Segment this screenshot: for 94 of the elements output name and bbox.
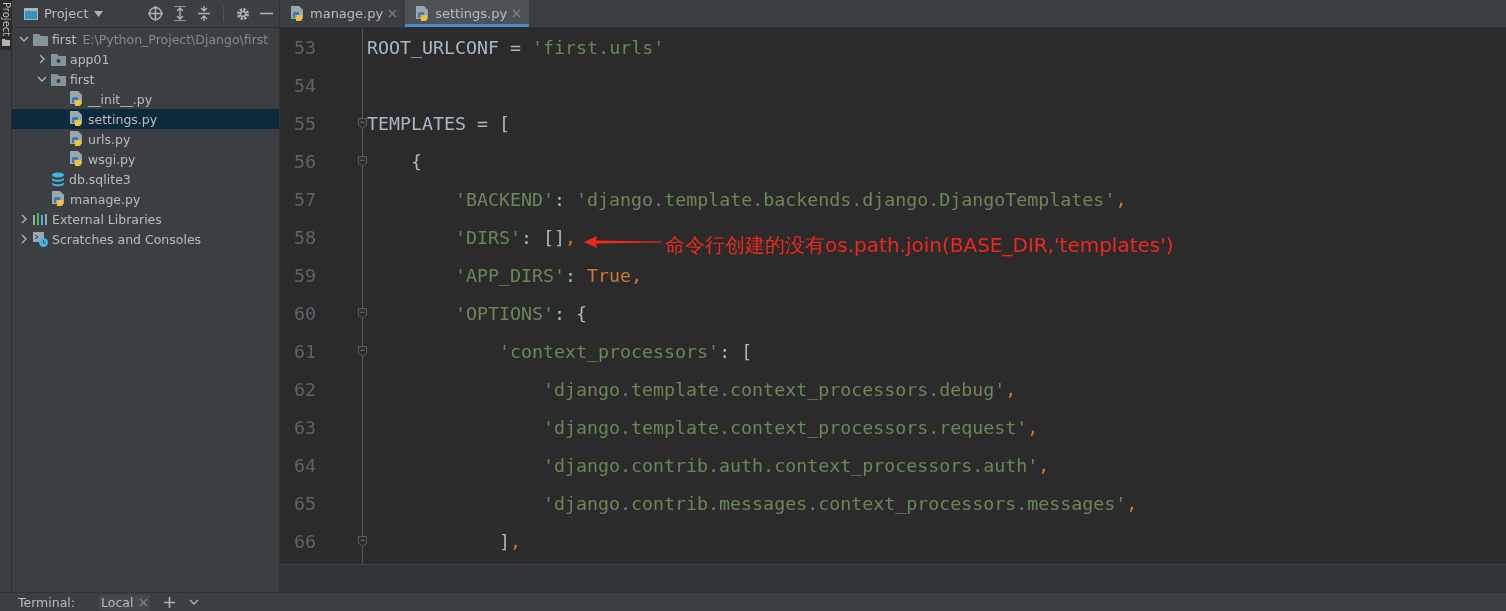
folder-icon — [33, 32, 48, 46]
database-icon — [51, 171, 65, 187]
chevron-right-icon[interactable] — [19, 214, 29, 224]
code-token: { — [411, 150, 422, 172]
line-number: 59 — [293, 264, 317, 286]
tree-item-label[interactable]: Scratches and Consoles — [52, 231, 202, 247]
folder-icon — [2, 39, 10, 47]
chevron-right-icon[interactable] — [19, 234, 29, 244]
line-number: 62 — [293, 378, 317, 400]
line-number: 53 — [293, 36, 317, 58]
tree-item-label[interactable]: manage.py — [70, 191, 141, 207]
line-number: 57 — [293, 188, 317, 210]
code-token: , — [631, 264, 643, 286]
package-folder-icon — [51, 72, 66, 86]
terminal-tab[interactable]: Local — [99, 594, 151, 610]
library-bars-icon — [33, 213, 48, 225]
python-file-icon — [290, 5, 305, 22]
code-token: 'django.contrib.messages.context_processors.messages' — [543, 492, 1127, 514]
line-number: 55 — [293, 112, 317, 134]
code-token: : { — [554, 302, 588, 324]
code-token: , — [1005, 378, 1017, 400]
tree-item-label[interactable]: wsgi.py — [88, 151, 136, 167]
close-icon[interactable] — [388, 9, 398, 18]
editor-tab[interactable]: settings.py — [405, 0, 530, 27]
arrow-icon — [584, 236, 663, 248]
plus-icon[interactable] — [164, 596, 176, 608]
line-number: 58 — [293, 226, 317, 248]
code-token: TEMPLATES = [ — [367, 112, 511, 134]
settings-icon[interactable] — [236, 6, 250, 21]
code-token: , — [1126, 492, 1138, 514]
code-token: 'django.template.backends.django.DjangoTemplates' — [576, 188, 1116, 210]
tree-item-label[interactable]: External Libraries — [52, 211, 162, 227]
chevron-down-icon[interactable] — [37, 74, 47, 84]
fold-marker-icon[interactable] — [358, 344, 367, 358]
python-file-icon — [69, 91, 84, 107]
python-file-icon — [69, 111, 84, 127]
code-token: ROOT_URLCONF = — [367, 36, 523, 58]
tree-item-label[interactable]: first — [70, 71, 95, 87]
fold-marker-icon[interactable] — [358, 154, 367, 168]
chevron-down-icon[interactable] — [189, 597, 200, 607]
code-token: , — [510, 530, 522, 552]
code-token: 'APP_DIRS' — [455, 264, 566, 286]
tree-item-label[interactable]: urls.py — [88, 131, 131, 147]
code-token: ] — [499, 530, 510, 552]
code-token: , — [1115, 188, 1127, 210]
fold-marker-icon[interactable] — [358, 116, 367, 130]
code-token: 'DIRS' — [455, 226, 522, 248]
editor-tab[interactable]: manage.py — [280, 0, 406, 27]
line-number: 65 — [293, 492, 317, 514]
line-number: 54 — [293, 74, 317, 96]
code-token: : [ — [719, 340, 753, 362]
collapse-all-icon[interactable] — [197, 6, 211, 21]
expand-all-icon[interactable] — [173, 6, 187, 21]
code-token: 'BACKEND' — [455, 188, 555, 210]
code-token: 'context_processors' — [499, 340, 720, 362]
line-number: 56 — [293, 150, 317, 172]
line-number: 64 — [293, 454, 317, 476]
code-token: True — [587, 264, 632, 286]
code-token: 'django.template.context_processors.debug' — [543, 378, 1006, 400]
chevron-down-icon[interactable] — [19, 34, 29, 44]
line-number: 60 — [293, 302, 317, 324]
tree-item-label[interactable]: first — [52, 31, 77, 47]
terminal-label: Terminal: — [18, 594, 76, 610]
code-token: 'django.contrib.auth.context_processors.auth' — [543, 454, 1039, 476]
console-clock-icon — [33, 231, 48, 247]
package-folder-icon — [51, 52, 66, 66]
window-icon — [24, 7, 38, 20]
code-token: 'django.template.context_processors.request' — [543, 416, 1028, 438]
code-token: 'OPTIONS' — [455, 302, 555, 324]
python-file-icon — [415, 5, 431, 22]
annotation-note: 命令行创建的没有os.path.join(BASE_DIR,'templates') — [665, 231, 1174, 259]
line-number: 61 — [293, 340, 317, 362]
python-file-icon — [69, 131, 84, 147]
crosshair-icon[interactable] — [148, 6, 163, 21]
code-token: : — [565, 264, 578, 286]
line-number: 66 — [293, 530, 317, 552]
fold-marker-icon[interactable] — [358, 306, 367, 320]
code-token: , — [1038, 454, 1050, 476]
code-token: , — [565, 226, 577, 248]
python-file-icon — [69, 151, 84, 167]
code-token: : — [554, 188, 567, 210]
code-token: 'first.urls' — [532, 36, 665, 58]
python-file-icon — [51, 191, 66, 207]
code-token: , — [1027, 416, 1039, 438]
path-hint: E:\Python_Project\Django\first — [82, 31, 269, 47]
tree-item-label[interactable]: __init__.py — [88, 91, 153, 107]
line-number: 63 — [293, 416, 317, 438]
chevron-right-icon[interactable] — [37, 54, 47, 64]
fold-marker-icon[interactable] — [358, 534, 367, 548]
caret-icon — [94, 10, 104, 17]
project-view-dropdown[interactable]: Project — [24, 6, 104, 21]
tree-item-label[interactable]: app01 — [70, 51, 110, 67]
tree-item-label[interactable]: db.sqlite3 — [69, 171, 131, 187]
code-token: : [] — [521, 226, 566, 248]
